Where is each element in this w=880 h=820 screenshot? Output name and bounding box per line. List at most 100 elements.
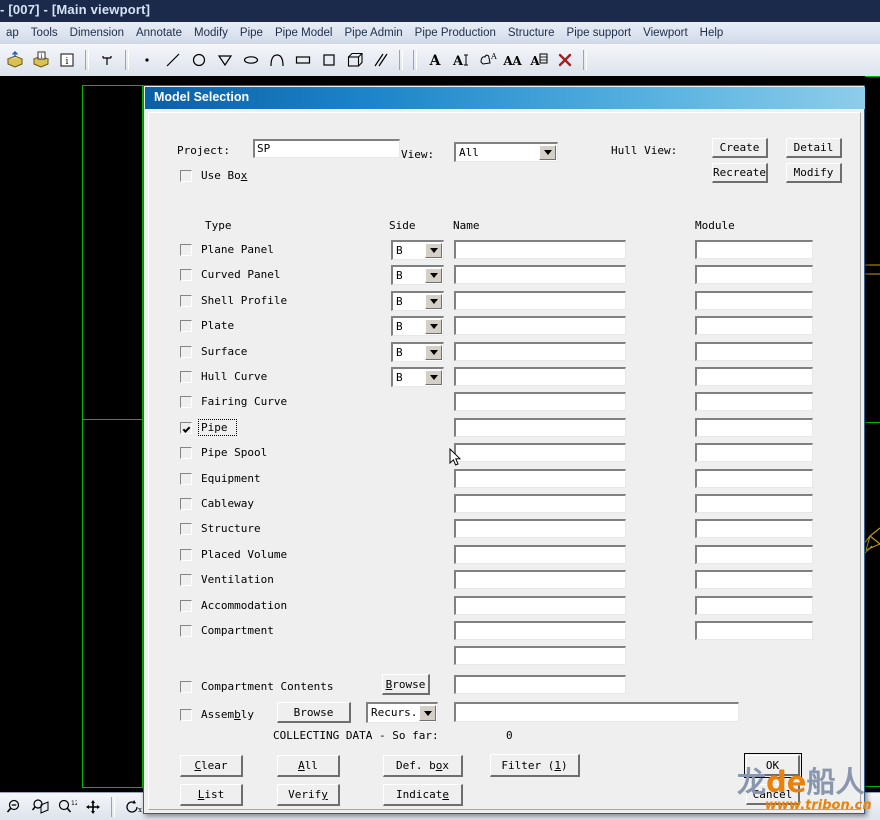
polyline-icon[interactable]: [213, 47, 237, 73]
side-dropdown-surface[interactable]: B: [391, 342, 444, 362]
type-checkbox-placed-volume[interactable]: [180, 549, 192, 561]
zoom-out-icon[interactable]: [3, 794, 27, 820]
arc-icon[interactable]: [265, 47, 289, 73]
menu-item-annotate[interactable]: Annotate: [130, 25, 188, 41]
name-input-row-5[interactable]: [454, 342, 626, 361]
module-input-row-14[interactable]: [695, 570, 813, 589]
type-checkbox-plane-panel[interactable]: [180, 244, 192, 256]
delete-x-icon[interactable]: [553, 47, 577, 73]
type-checkbox-curved-panel[interactable]: [180, 269, 192, 281]
point-icon[interactable]: [135, 47, 159, 73]
module-input-row-13[interactable]: [695, 545, 813, 564]
module-input-row-12[interactable]: [695, 519, 813, 538]
menu-item-pipe[interactable]: Pipe: [234, 25, 269, 41]
text-a-icon[interactable]: A: [423, 47, 447, 73]
type-checkbox-shell-profile[interactable]: [180, 295, 192, 307]
type-checkbox-surface[interactable]: [180, 346, 192, 358]
open-model-icon[interactable]: [3, 47, 27, 73]
pan-icon[interactable]: [81, 794, 105, 820]
module-input-row-15[interactable]: [695, 596, 813, 615]
assembly-checkbox[interactable]: [180, 709, 192, 721]
module-input-row-5[interactable]: [695, 342, 813, 361]
module-input-row-8[interactable]: [695, 418, 813, 437]
module-input-row-7[interactable]: [695, 392, 813, 411]
chevron-down-icon[interactable]: [419, 705, 436, 721]
name-input-row-13[interactable]: [454, 545, 626, 564]
name-input-row-4[interactable]: [454, 316, 626, 335]
hull-view-modify-button[interactable]: Modify: [786, 163, 842, 183]
filter-button[interactable]: Filter (1): [490, 754, 580, 777]
compartment-contents-checkbox[interactable]: [180, 681, 192, 693]
module-input-row-3[interactable]: [695, 291, 813, 310]
module-input-row-4[interactable]: [695, 316, 813, 335]
side-dropdown-plane-panel[interactable]: B: [391, 240, 444, 260]
cancel-button[interactable]: Cancel: [746, 784, 800, 805]
type-checkbox-hull-curve[interactable]: [180, 371, 192, 383]
menu-item-ap[interactable]: ap: [0, 25, 25, 41]
name-input-row-9[interactable]: [454, 443, 626, 462]
module-input-row-10[interactable]: [695, 469, 813, 488]
side-dropdown-curved-panel[interactable]: B: [391, 265, 444, 285]
name-input-row-12[interactable]: [454, 519, 626, 538]
menu-item-pipe-admin[interactable]: Pipe Admin: [338, 25, 408, 41]
name-input-row-11[interactable]: [454, 494, 626, 513]
type-checkbox-pipe[interactable]: [180, 422, 192, 434]
compartment-contents-browse-button[interactable]: Browse: [382, 674, 430, 695]
type-checkbox-compartment[interactable]: [180, 625, 192, 637]
type-checkbox-accommodation[interactable]: [180, 600, 192, 612]
menu-item-help[interactable]: Help: [694, 25, 730, 41]
square-icon[interactable]: [317, 47, 341, 73]
module-input-row-11[interactable]: [695, 494, 813, 513]
module-input-row-16[interactable]: [695, 621, 813, 640]
assembly-mode-dropdown[interactable]: Recurs.: [366, 702, 438, 723]
text-edit-icon[interactable]: A: [449, 47, 473, 73]
zoom-box-icon[interactable]: [29, 794, 53, 820]
hull-view-detail-button[interactable]: Detail: [786, 138, 842, 158]
module-input-row-2[interactable]: [695, 265, 813, 284]
name-input-row-14[interactable]: [454, 570, 626, 589]
chevron-down-icon[interactable]: [425, 243, 442, 258]
circle-icon[interactable]: [187, 47, 211, 73]
module-input-row-9[interactable]: [695, 443, 813, 462]
compartment-contents-input[interactable]: [454, 675, 626, 694]
model-info-icon[interactable]: i: [55, 47, 79, 73]
type-checkbox-equipment[interactable]: [180, 473, 192, 485]
view-dropdown[interactable]: All: [454, 142, 558, 162]
menu-item-dimension[interactable]: Dimension: [64, 25, 130, 41]
type-checkbox-pipe-spool[interactable]: [180, 447, 192, 459]
name-input-row-6[interactable]: [454, 367, 626, 386]
chevron-down-icon[interactable]: [425, 345, 442, 360]
menu-item-pipe-production[interactable]: Pipe Production: [409, 25, 502, 41]
text-move-icon[interactable]: A: [475, 47, 499, 73]
menu-item-pipe-model[interactable]: Pipe Model: [269, 25, 339, 41]
ellipse-icon[interactable]: [239, 47, 263, 73]
rectangle-wide-icon[interactable]: [291, 47, 315, 73]
verify-button[interactable]: Verif y: [277, 784, 340, 806]
open-model-info-icon[interactable]: i: [29, 47, 53, 73]
def-box-button[interactable]: Def. box: [383, 755, 463, 777]
text-attribute-icon[interactable]: A: [527, 47, 551, 73]
list-button[interactable]: List: [180, 784, 243, 806]
box-3d-icon[interactable]: [343, 47, 367, 73]
menu-item-pipe-support[interactable]: Pipe support: [561, 25, 638, 41]
assembly-browse-button[interactable]: Browse: [277, 702, 351, 723]
name-input-row-15[interactable]: [454, 596, 626, 615]
side-dropdown-shell-profile[interactable]: B: [391, 291, 444, 311]
parallel-lines-icon[interactable]: [369, 47, 393, 73]
menu-item-tools[interactable]: Tools: [25, 25, 64, 41]
type-checkbox-fairing-curve[interactable]: [180, 396, 192, 408]
name-input-row-8[interactable]: [454, 418, 626, 437]
hull-view-recreate-button[interactable]: Recreate: [712, 163, 768, 183]
name-input-row-7[interactable]: [454, 392, 626, 411]
chevron-down-icon[interactable]: [425, 294, 442, 309]
zoom-scale-icon[interactable]: 123: [55, 794, 79, 820]
text-font-icon[interactable]: A A: [501, 47, 525, 73]
chevron-down-icon[interactable]: [425, 370, 442, 385]
type-checkbox-structure[interactable]: [180, 523, 192, 535]
chevron-down-icon[interactable]: [539, 145, 556, 160]
line-icon[interactable]: [161, 47, 185, 73]
module-input-row-1[interactable]: [695, 240, 813, 259]
menu-item-viewport[interactable]: Viewport: [637, 25, 694, 41]
type-checkbox-plate[interactable]: [180, 320, 192, 332]
name-input-row-16[interactable]: [454, 621, 626, 640]
